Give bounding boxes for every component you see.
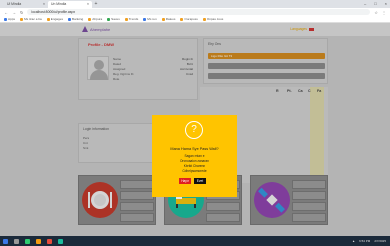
address-bar: ← → ↻ localhost:8000/ui/profile.aspx ☆ ⋮ bbox=[0, 8, 390, 16]
dialog-title: Mana Hama Sye Pass Wall? bbox=[170, 147, 219, 151]
bookmark-item[interactable]: Ahpura bbox=[88, 17, 102, 21]
windows-start-icon[interactable] bbox=[3, 238, 8, 244]
folder-icon[interactable] bbox=[36, 238, 41, 244]
bookmark-item[interactable]: Ms ren bbox=[143, 17, 157, 21]
folder-icon bbox=[46, 17, 50, 21]
taskbar: ▲ 6:54 PM 2/7/2025 bbox=[0, 236, 390, 246]
dialog-text: Orcnoaaion zanaran bbox=[180, 159, 209, 163]
clock-date[interactable]: 2/7/2025 bbox=[374, 239, 386, 243]
new-tab-button[interactable]: + bbox=[92, 1, 100, 8]
tab-label: Ul Mindla bbox=[7, 2, 22, 6]
bookmark-item[interactable]: Onpas Jous bbox=[202, 17, 223, 21]
forward-icon[interactable]: → bbox=[12, 10, 16, 15]
apps-icon bbox=[4, 17, 7, 21]
folder-icon bbox=[124, 17, 128, 21]
minimize-button[interactable]: – bbox=[364, 0, 366, 8]
app-icon[interactable] bbox=[58, 238, 63, 244]
folder-icon bbox=[180, 17, 184, 21]
web-page: Ahemplahe Languages Profile - DMW Name Ro… bbox=[0, 23, 390, 236]
bookmark-item[interactable]: Banking bbox=[68, 17, 83, 21]
app-icon[interactable] bbox=[25, 238, 30, 244]
bookmark-item[interactable]: Apps bbox=[4, 17, 15, 21]
browser-tab-strip: Ul Mindla × Un Mindla × + – □ × bbox=[0, 0, 390, 8]
confirm-dialog: ? Mana Hama Sye Pass Wall? Sagan rntan e… bbox=[152, 115, 237, 197]
question-icon: ? bbox=[185, 121, 203, 139]
star-icon[interactable]: ☆ bbox=[374, 10, 378, 15]
url-input[interactable]: localhost:8000/ui/profile.aspx bbox=[27, 9, 371, 15]
tab-label: Un Mindla bbox=[51, 2, 67, 6]
bookmark-item[interactable]: Raleos bbox=[161, 17, 175, 21]
folder-icon bbox=[107, 17, 111, 21]
system-tray: ▲ 6:54 PM 2/7/2025 bbox=[352, 236, 386, 246]
search-icon[interactable] bbox=[14, 238, 19, 244]
maximize-button[interactable]: □ bbox=[374, 0, 376, 8]
bookmarks-bar: Apps Ms tirac a ba Engages Banking Ahpur… bbox=[0, 16, 390, 23]
menu-icon[interactable]: ⋮ bbox=[382, 10, 386, 15]
folder-icon bbox=[202, 17, 206, 21]
bookmark-item[interactable]: Saves bbox=[107, 17, 120, 21]
browser-tab[interactable]: Ul Mindla × bbox=[4, 1, 48, 8]
bookmark-item[interactable]: Ooraposs bbox=[180, 17, 198, 21]
no-button[interactable]: Hayır bbox=[179, 178, 191, 184]
dialog-text: Kbrtkt Charenn bbox=[183, 164, 206, 168]
bookmark-item[interactable]: Ms tirac a ba bbox=[20, 17, 42, 21]
browser-tab-active[interactable]: Un Mindla × bbox=[48, 1, 92, 8]
close-icon[interactable]: × bbox=[43, 1, 45, 8]
folder-icon bbox=[68, 17, 71, 21]
bookmark-item[interactable]: Trends bbox=[124, 17, 138, 21]
folder-icon bbox=[143, 17, 147, 21]
bookmark-item[interactable]: Engages bbox=[46, 17, 63, 21]
folder-icon bbox=[88, 17, 92, 21]
back-icon[interactable]: ← bbox=[4, 10, 8, 15]
close-icon[interactable]: × bbox=[87, 1, 89, 8]
folder-icon bbox=[20, 17, 24, 21]
clock-time[interactable]: 6:54 PM bbox=[359, 239, 370, 243]
browser-icon[interactable] bbox=[47, 238, 52, 244]
yes-button[interactable]: Evet bbox=[194, 178, 206, 184]
network-icon[interactable]: ▲ bbox=[352, 239, 355, 243]
dialog-text: Cdhelpsamorede bbox=[182, 169, 207, 173]
window-controls: – □ × bbox=[364, 0, 387, 8]
close-window-button[interactable]: × bbox=[385, 0, 387, 8]
dialog-text: Sagan rntan e bbox=[184, 154, 205, 158]
folder-icon bbox=[161, 17, 165, 21]
reload-icon[interactable]: ↻ bbox=[20, 10, 23, 15]
